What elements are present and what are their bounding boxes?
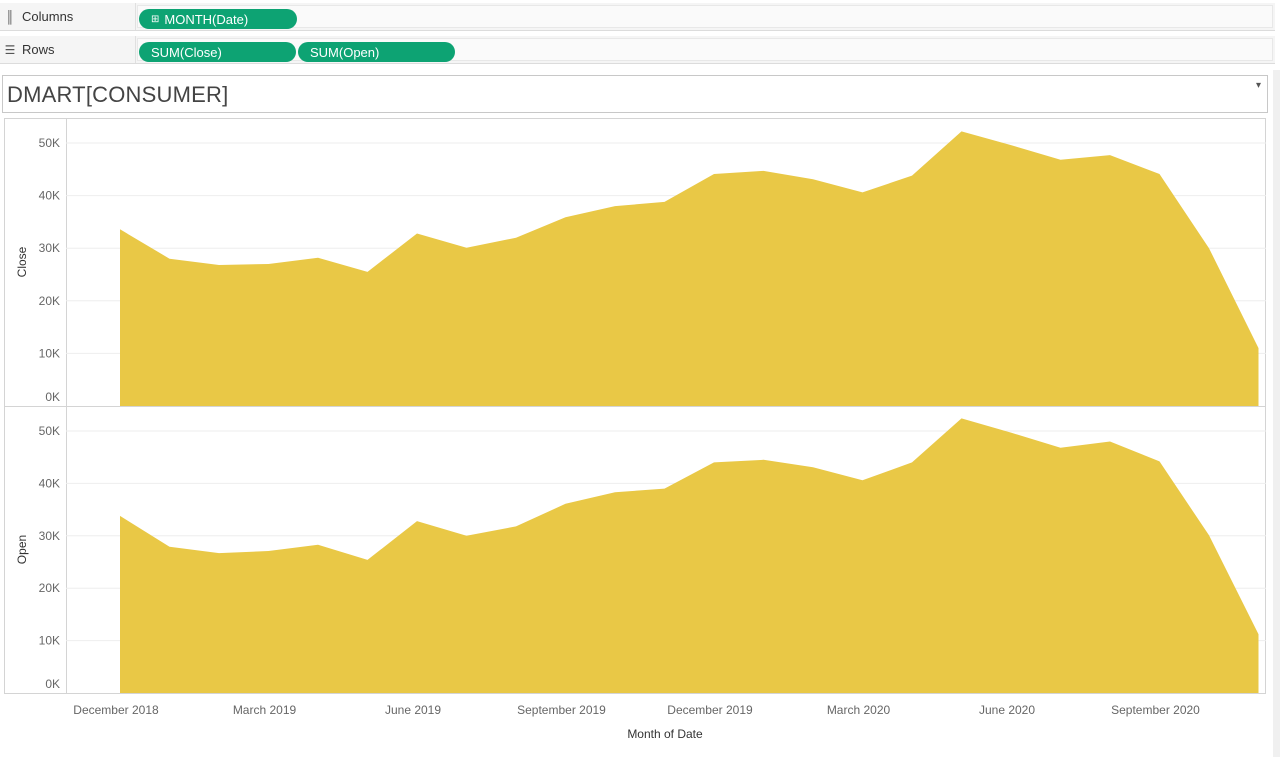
data-point[interactable] xyxy=(613,204,617,208)
data-point[interactable] xyxy=(811,465,815,469)
data-point[interactable] xyxy=(861,190,865,194)
data-point[interactable] xyxy=(1257,346,1261,350)
data-point[interactable] xyxy=(1009,143,1013,147)
x-tick-label: September 2020 xyxy=(1111,703,1200,717)
data-point[interactable] xyxy=(1207,246,1211,250)
data-point[interactable] xyxy=(168,545,172,549)
data-point[interactable] xyxy=(118,514,122,518)
data-point[interactable] xyxy=(1009,431,1013,435)
data-point[interactable] xyxy=(366,558,370,562)
data-point[interactable] xyxy=(712,460,716,464)
data-point[interactable] xyxy=(1257,632,1261,636)
x-axis-title: Month of Date xyxy=(627,727,703,741)
data-point[interactable] xyxy=(316,543,320,547)
chart-panel-close: 0K 10K 20K 30K 40K 50K Close xyxy=(15,129,1266,406)
data-point[interactable] xyxy=(960,416,964,420)
data-point[interactable] xyxy=(267,549,271,553)
data-point[interactable] xyxy=(168,257,172,261)
data-point[interactable] xyxy=(217,551,221,555)
area-series-close[interactable] xyxy=(120,131,1259,406)
y-axis-title: Close xyxy=(15,246,29,277)
data-point[interactable] xyxy=(1108,153,1112,157)
data-point[interactable] xyxy=(514,524,518,528)
data-point[interactable] xyxy=(762,169,766,173)
data-point[interactable] xyxy=(415,519,419,523)
data-point[interactable] xyxy=(811,177,815,181)
y-axis-title: Open xyxy=(15,535,29,564)
data-point[interactable] xyxy=(960,129,964,133)
y-tick-label: 40K xyxy=(39,476,60,490)
data-point[interactable] xyxy=(910,460,914,464)
y-tick-label: 50K xyxy=(39,424,60,438)
data-point[interactable] xyxy=(663,200,667,204)
x-tick-label: June 2020 xyxy=(979,703,1035,717)
data-point[interactable] xyxy=(1059,158,1063,162)
x-tick-label: December 2019 xyxy=(667,703,753,717)
x-tick-label: December 2018 xyxy=(73,703,159,717)
y-tick-label: 0K xyxy=(45,390,60,404)
x-tick-label: March 2020 xyxy=(827,703,891,717)
x-tick-label: March 2019 xyxy=(233,703,297,717)
y-tick-label: 20K xyxy=(39,294,60,308)
data-point[interactable] xyxy=(316,256,320,260)
y-tick-label: 10K xyxy=(39,634,60,648)
y-tick-label: 30K xyxy=(39,529,60,543)
data-point[interactable] xyxy=(564,502,568,506)
data-point[interactable] xyxy=(465,246,469,250)
data-point[interactable] xyxy=(1158,459,1162,463)
x-tick-label: June 2019 xyxy=(385,703,441,717)
data-point[interactable] xyxy=(564,215,568,219)
data-point[interactable] xyxy=(712,172,716,176)
y-tick-label: 30K xyxy=(39,241,60,255)
y-tick-label: 0K xyxy=(45,677,60,691)
data-point[interactable] xyxy=(415,231,419,235)
data-point[interactable] xyxy=(613,490,617,494)
data-point[interactable] xyxy=(514,236,518,240)
y-tick-label: 50K xyxy=(39,136,60,150)
data-point[interactable] xyxy=(465,534,469,538)
area-chart-svg: 0K 10K 20K 30K 40K 50K Close 0K 10K 20K 30K 40K 50K O… xyxy=(4,118,1266,741)
x-tick-label: September 2019 xyxy=(517,703,606,717)
data-point[interactable] xyxy=(267,262,271,266)
data-point[interactable] xyxy=(762,458,766,462)
data-point[interactable] xyxy=(217,263,221,267)
y-tick-label: 20K xyxy=(39,581,60,595)
chart-panel-open: 0K 10K 20K 30K 40K 50K Open xyxy=(15,416,1266,693)
data-point[interactable] xyxy=(663,487,667,491)
data-point[interactable] xyxy=(366,270,370,274)
data-point[interactable] xyxy=(1059,446,1063,450)
data-point[interactable] xyxy=(1207,533,1211,537)
y-tick-label: 10K xyxy=(39,346,60,360)
data-point[interactable] xyxy=(1108,439,1112,443)
data-point[interactable] xyxy=(1158,172,1162,176)
y-tick-label: 40K xyxy=(39,189,60,203)
data-point[interactable] xyxy=(861,478,865,482)
data-point[interactable] xyxy=(118,227,122,231)
data-point[interactable] xyxy=(910,174,914,178)
area-series-open[interactable] xyxy=(120,418,1259,693)
